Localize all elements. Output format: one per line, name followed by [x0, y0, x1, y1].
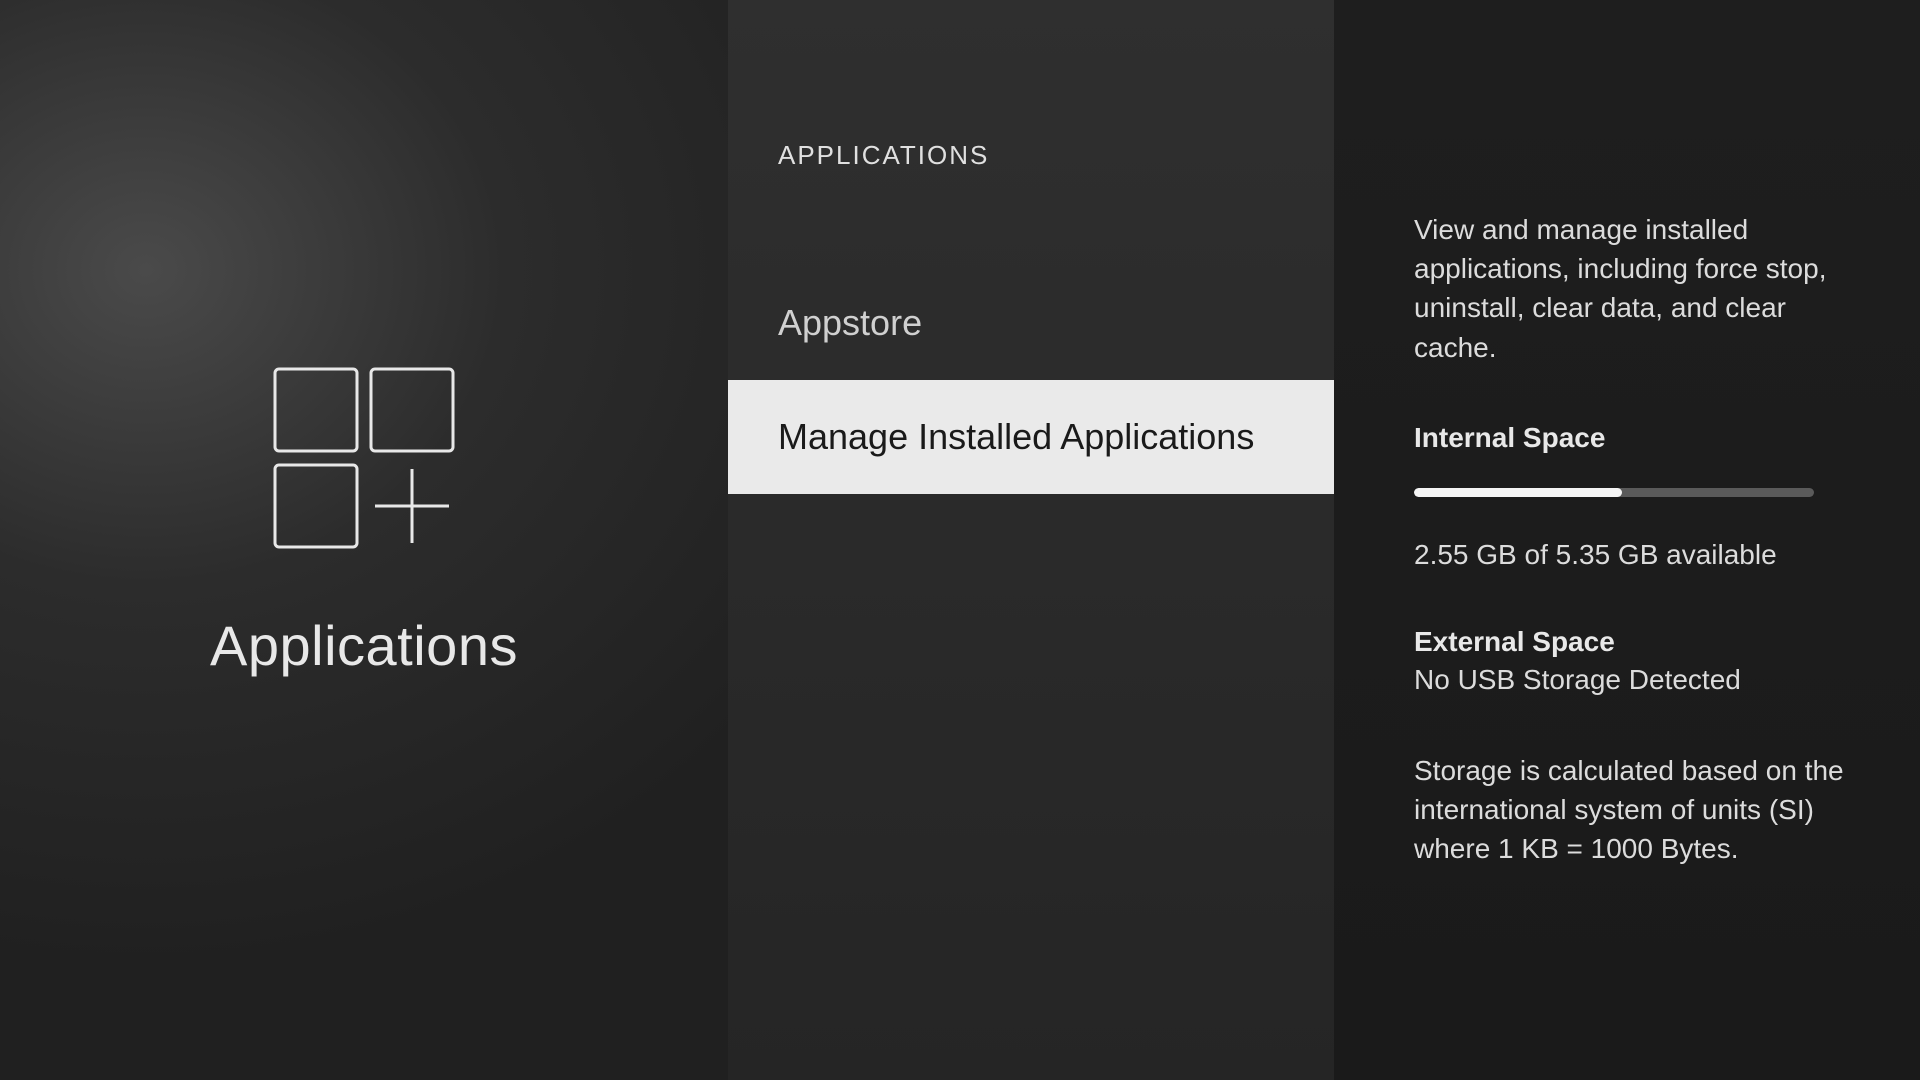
internal-storage-fill	[1414, 488, 1622, 497]
internal-storage-text: 2.55 GB of 5.35 GB available	[1414, 539, 1845, 571]
internal-space-title: Internal Space	[1414, 422, 1845, 454]
internal-storage-bar	[1414, 488, 1814, 497]
detail-panel: View and manage installed applications, …	[1334, 0, 1920, 1080]
menu-header: APPLICATIONS	[728, 140, 1334, 171]
description-text: View and manage installed applications, …	[1414, 210, 1845, 367]
category-panel: Applications	[0, 0, 728, 1080]
menu-item-manage-installed-applications[interactable]: Manage Installed Applications	[728, 380, 1334, 494]
storage-note: Storage is calculated based on the inter…	[1414, 751, 1845, 869]
menu-panel: APPLICATIONS Appstore Manage Installed A…	[728, 0, 1334, 1080]
external-storage-text: No USB Storage Detected	[1414, 664, 1845, 696]
external-space-title: External Space	[1414, 626, 1845, 658]
menu-item-appstore[interactable]: Appstore	[728, 266, 1334, 380]
applications-icon	[269, 363, 459, 553]
category-title: Applications	[210, 613, 518, 678]
